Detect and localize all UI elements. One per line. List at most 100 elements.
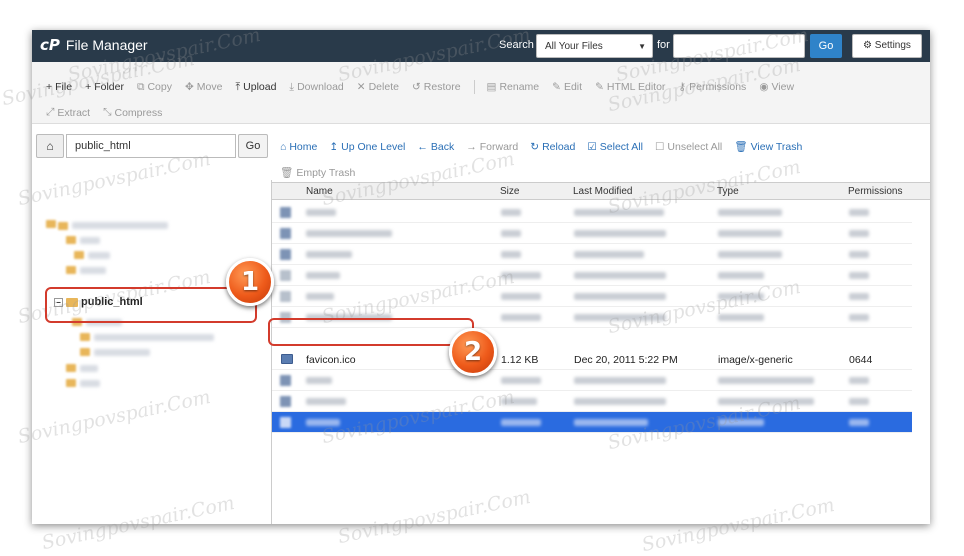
folder-icon xyxy=(74,251,84,259)
forward-label: Forward xyxy=(479,140,519,153)
folder-icon xyxy=(80,348,90,356)
tree-item[interactable] xyxy=(80,365,98,372)
folder-icon xyxy=(280,228,291,239)
move-button[interactable]: ✥ Move xyxy=(185,81,223,93)
up-one-level-button[interactable]: ↥ Up One Level xyxy=(329,140,405,153)
select-all-label: Select All xyxy=(599,140,643,153)
rename-button[interactable]: ▤ Rename xyxy=(487,81,540,93)
home-icon: ⌂ xyxy=(280,140,287,153)
file-permissions: 0644 xyxy=(849,354,873,366)
file-modified: Dec 20, 2011 5:22 PM xyxy=(574,354,678,366)
select-all-icon: ☑ xyxy=(587,140,597,153)
html-editor-button[interactable]: ✎ HTML Editor xyxy=(595,81,665,93)
compress-button[interactable]: ⤡ Compress xyxy=(103,106,162,119)
app-title: File Manager xyxy=(65,37,148,53)
action-toolbar: + File + Folder ⧉ Copy ✥ Move ⤒ Upload ⤓ Download ✕ D… xyxy=(32,62,930,124)
tree-item[interactable] xyxy=(80,380,100,387)
permissions-button[interactable]: ⚷ Permissions xyxy=(678,81,746,93)
download-icon: ⤓ xyxy=(289,80,295,93)
file-type: image/x-generic xyxy=(718,354,793,366)
empty-trash-button[interactable]: 🗑 Empty Trash xyxy=(280,166,356,180)
search-scope-select[interactable]: All Your Files ▼ xyxy=(536,34,653,58)
toolbar-row-1: + File + Folder ⧉ Copy ✥ Move ⤒ Upload ⤓ Download ✕ D… xyxy=(46,80,807,94)
file-icon xyxy=(280,375,291,386)
table-row[interactable] xyxy=(272,223,912,244)
file-list: Name Size Last Modified Type Permissions xyxy=(272,182,930,524)
download-label: Download xyxy=(297,81,344,93)
rename-icon: ▤ xyxy=(486,81,497,93)
edit-label: Edit xyxy=(563,81,583,93)
search-go-button[interactable]: Go xyxy=(810,34,842,58)
trash-icon: 🗑 xyxy=(734,141,748,153)
column-header-name[interactable]: Name xyxy=(306,186,333,197)
tree-item[interactable] xyxy=(94,349,150,356)
extract-button[interactable]: ⤢ Extract xyxy=(46,106,90,119)
search-input[interactable] xyxy=(673,34,805,58)
home-directory-button[interactable]: ⌂ xyxy=(36,134,64,158)
callout-highlight-2 xyxy=(268,318,474,346)
gear-icon: ⚙ xyxy=(863,40,873,51)
file-name: favicon.ico xyxy=(306,354,356,366)
folder-button[interactable]: + Folder xyxy=(85,81,124,93)
trash-icon: 🗑 xyxy=(280,167,294,179)
file-icon xyxy=(280,417,291,428)
table-row-favicon[interactable]: favicon.ico 1.12 KB Dec 20, 2011 5:22 PM… xyxy=(272,349,912,370)
file-button[interactable]: + File xyxy=(46,81,72,93)
file-list-header: Name Size Last Modified Type Permissions xyxy=(272,182,930,200)
upload-button[interactable]: ⤒ Upload xyxy=(235,81,276,94)
edit-button[interactable]: ✎ Edit xyxy=(552,81,582,93)
unselect-all-button[interactable]: ☐ Unselect All xyxy=(655,140,722,153)
tree-item[interactable] xyxy=(72,222,168,229)
table-row[interactable] xyxy=(272,286,912,307)
table-row[interactable] xyxy=(272,202,912,223)
column-header-permissions[interactable]: Permissions xyxy=(848,186,902,197)
back-button[interactable]: ← Back xyxy=(417,140,454,153)
column-header-size[interactable]: Size xyxy=(500,186,519,197)
html-editor-icon: ✎ xyxy=(595,81,604,93)
reload-button[interactable]: ↻ Reload xyxy=(530,140,575,153)
empty-trash-label: Empty Trash xyxy=(296,166,356,179)
table-row[interactable] xyxy=(272,391,912,412)
path-input[interactable]: public_html xyxy=(66,134,236,158)
table-row[interactable] xyxy=(272,244,912,265)
reload-label: Reload xyxy=(542,140,576,153)
tree-item[interactable] xyxy=(80,267,106,274)
select-all-button[interactable]: ☑ Select All xyxy=(587,140,643,153)
folder-icon xyxy=(66,364,76,372)
restore-icon: ↺ xyxy=(411,81,421,93)
delete-label: Delete xyxy=(368,81,399,93)
plus-icon: + xyxy=(46,81,53,93)
home-icon: ⌂ xyxy=(46,139,54,153)
table-row-selected[interactable] xyxy=(272,412,912,433)
upload-icon: ⤒ xyxy=(235,80,241,93)
view-button[interactable]: ◉ View xyxy=(759,81,794,93)
tree-item[interactable] xyxy=(80,237,100,244)
for-label: for xyxy=(657,39,670,51)
view-trash-button[interactable]: 🗑 View Trash xyxy=(734,140,803,154)
column-header-last-modified[interactable]: Last Modified xyxy=(573,186,632,197)
delete-button[interactable]: ✕ Delete xyxy=(357,81,399,93)
navigation-bar: ⌂ Home ↥ Up One Level ← Back → Forward ↻ Reload ☑ S… xyxy=(280,140,814,154)
settings-button[interactable]: ⚙ Settings xyxy=(852,34,922,58)
unselect-all-icon: ☐ xyxy=(654,140,665,153)
download-button[interactable]: ⤓ Download xyxy=(289,81,343,94)
table-row[interactable] xyxy=(272,265,912,286)
tree-item[interactable] xyxy=(88,252,110,259)
top-header-bar: cP File Manager Search All Your Files ▼ … xyxy=(32,30,930,62)
column-header-type[interactable]: Type xyxy=(717,186,739,197)
view-icon: ◉ xyxy=(759,81,769,93)
view-trash-label: View Trash xyxy=(750,140,803,153)
copy-button[interactable]: ⧉ Copy xyxy=(137,81,172,94)
back-label: Back xyxy=(430,140,455,153)
file-icon xyxy=(280,291,291,302)
table-row[interactable] xyxy=(272,370,912,391)
move-label: Move xyxy=(196,81,223,93)
path-go-button[interactable]: Go xyxy=(238,134,268,158)
tree-item[interactable] xyxy=(94,334,214,341)
home-button[interactable]: ⌂ Home xyxy=(280,140,317,153)
settings-label: Settings xyxy=(874,40,911,51)
brand[interactable]: cP File Manager xyxy=(40,36,148,54)
plus-icon: + xyxy=(85,81,92,93)
forward-button[interactable]: → Forward xyxy=(466,140,518,153)
restore-button[interactable]: ↺ Restore xyxy=(412,81,461,93)
